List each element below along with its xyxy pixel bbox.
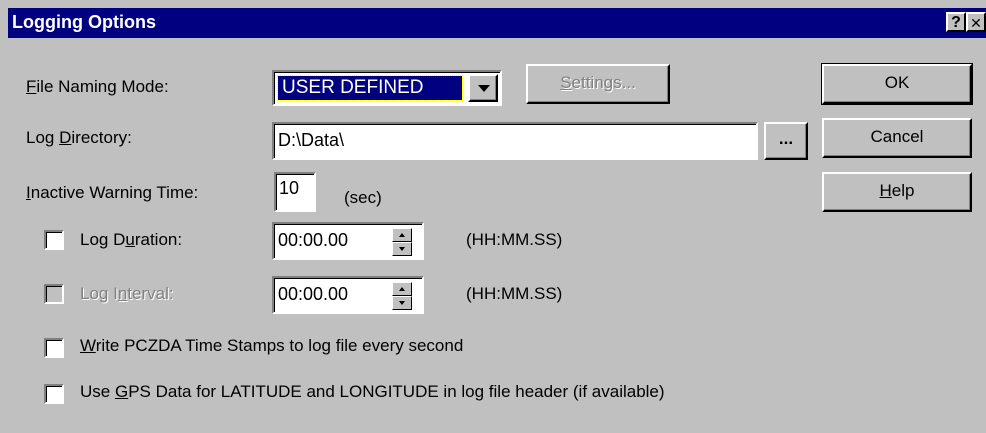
browse-directory-button[interactable]: ... [764,122,808,160]
log-interval-spin-up[interactable] [392,282,412,296]
log-directory-value: D:\Data\ [278,130,345,150]
title-bar[interactable]: Logging Options ? ✕ [8,8,986,38]
log-interval-format: (HH:MM.SS) [466,284,563,303]
log-interval-label: Log Interval: [80,284,174,303]
log-duration-spin-up[interactable] [392,228,412,242]
close-button[interactable]: ✕ [966,12,986,32]
close-icon: ✕ [970,15,982,31]
log-duration-value: 00:00.00 [278,230,349,250]
log-interval-value: 00:00.00 [278,284,349,304]
log-duration-time-field[interactable]: 00:00.00 [272,222,424,260]
settings-button[interactable]: Settings... [526,64,670,104]
chevron-down-icon [478,85,490,92]
inactive-warning-time-value: 10 [279,178,300,198]
write-pczda-checkbox[interactable] [44,338,64,358]
file-naming-mode-select[interactable]: USER DEFINED [272,70,502,106]
log-duration-format: (HH:MM.SS) [466,230,563,249]
ok-button[interactable]: OK [821,63,973,105]
arrow-down-icon [399,301,405,305]
log-interval-checkbox[interactable] [44,284,64,304]
inactive-warning-unit: (sec) [344,188,382,207]
question-icon: ? [951,14,961,31]
selected-value-highlight: USER DEFINED [277,75,463,101]
inactive-warning-time-label: Inactive Warning Time: [26,183,199,202]
ok-label: OK [884,73,910,92]
logging-options-dialog: Logging Options ? ✕ File Naming Mode: US… [0,0,986,433]
inactive-warning-time-input[interactable]: 10 [274,172,316,212]
log-duration-spin-down[interactable] [392,242,412,256]
log-interval-spin-down[interactable] [392,296,412,310]
window-title: Logging Options [12,12,156,32]
log-duration-label: Log Duration: [80,230,183,249]
file-naming-mode-value: USER DEFINED [282,77,424,98]
use-gps-checkbox[interactable] [44,384,64,404]
help-button[interactable]: Help [822,172,972,212]
context-help-button[interactable]: ? [946,12,966,32]
cancel-button[interactable]: Cancel [822,118,972,158]
file-naming-mode-label: File Naming Mode: [26,77,169,96]
arrow-up-icon [399,287,405,291]
log-interval-spinner[interactable] [392,282,412,310]
log-directory-input[interactable]: D:\Data\ [272,122,758,160]
log-duration-checkbox[interactable] [44,230,64,250]
ellipsis-icon: ... [778,129,794,148]
write-pczda-label: Write PCZDA Time Stamps to log file ever… [80,336,464,355]
dropdown-button[interactable] [468,74,498,102]
log-interval-time-field[interactable]: 00:00.00 [272,276,424,314]
log-duration-spinner[interactable] [392,228,412,256]
use-gps-label: Use GPS Data for LATITUDE and LONGITUDE … [80,382,665,401]
arrow-up-icon [399,233,405,237]
cancel-label: Cancel [870,127,924,146]
log-directory-label: Log Directory: [26,128,132,147]
arrow-down-icon [399,247,405,251]
